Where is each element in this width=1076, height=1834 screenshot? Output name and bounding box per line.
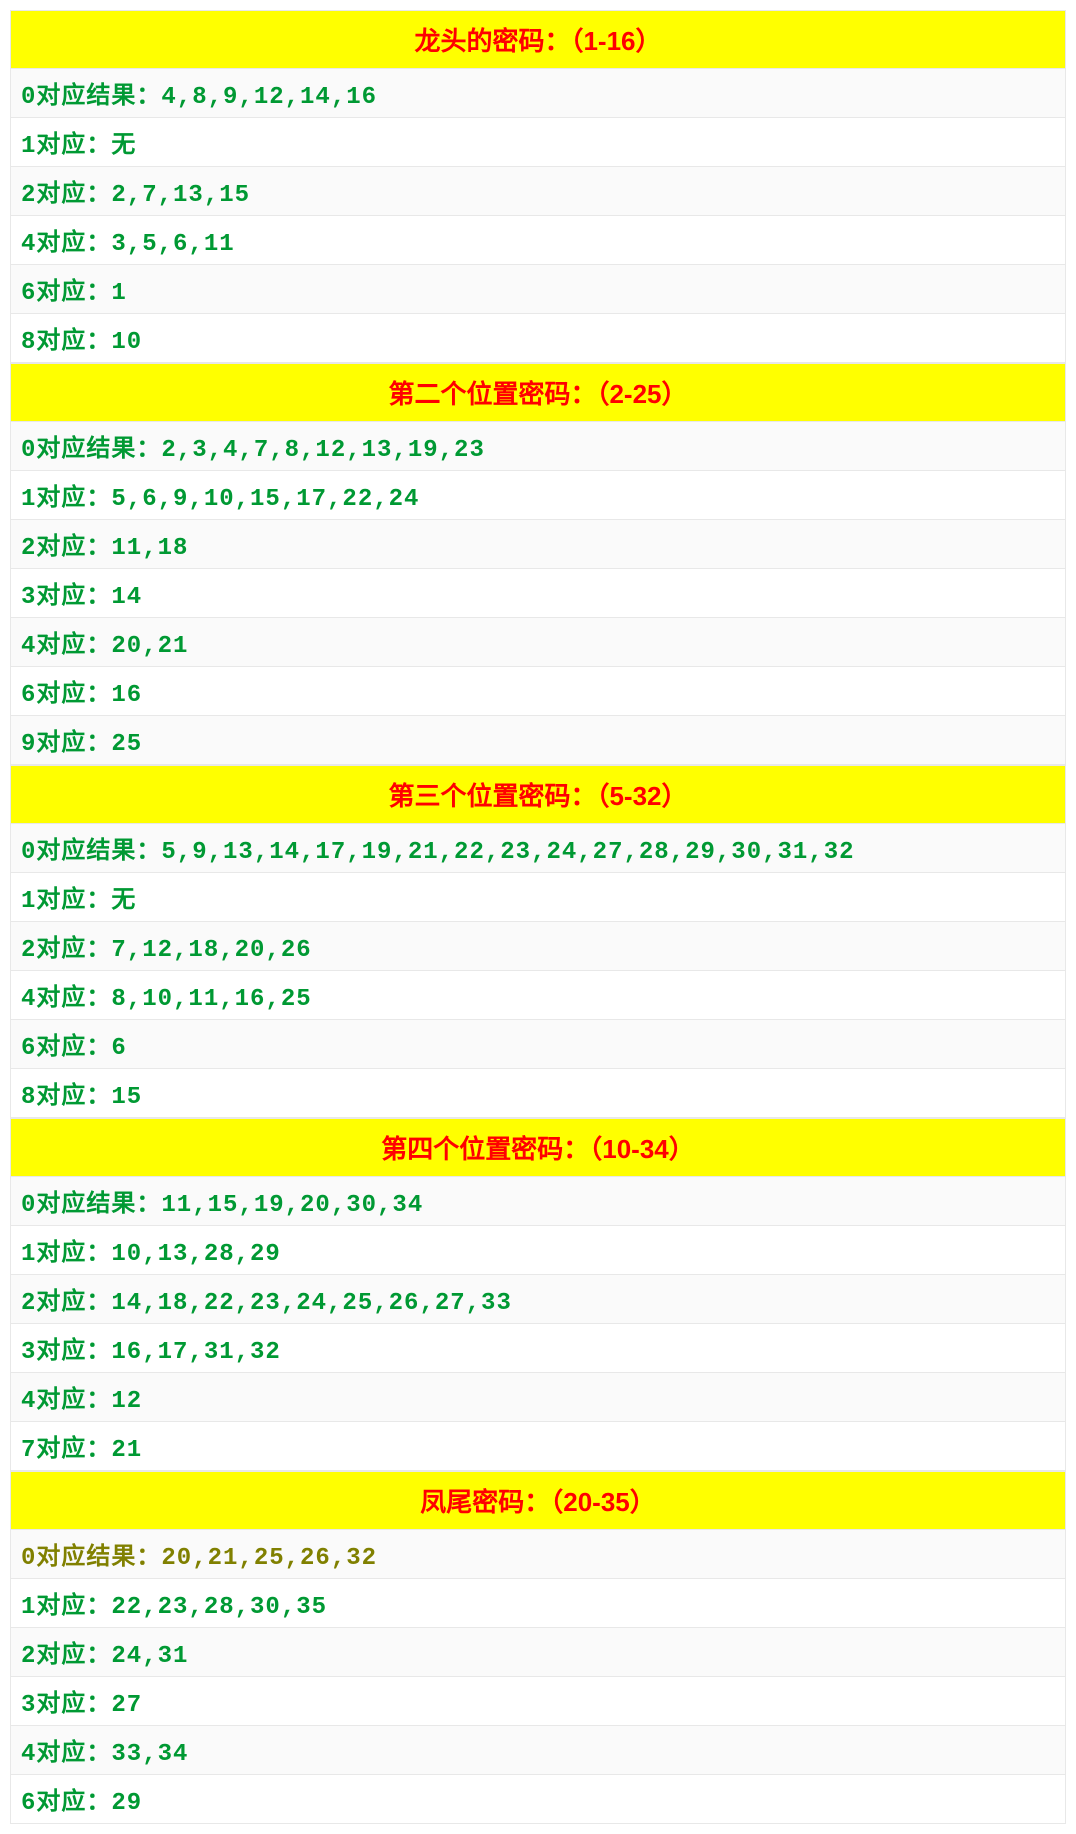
section-4: 凤尾密码：（20-35）0对应结果：20,21,25,26,321对应：22,2… <box>10 1471 1066 1824</box>
data-row: 1对应：无 <box>10 873 1066 922</box>
data-row: 2对应：24,31 <box>10 1628 1066 1677</box>
data-row: 1对应：10,13,28,29 <box>10 1226 1066 1275</box>
section-0: 龙头的密码：（1-16）0对应结果：4,8,9,12,14,161对应：无2对应… <box>10 10 1066 363</box>
section-header: 龙头的密码：（1-16） <box>10 10 1066 69</box>
data-row: 2对应：14,18,22,23,24,25,26,27,33 <box>10 1275 1066 1324</box>
data-row: 6对应：16 <box>10 667 1066 716</box>
data-row: 9对应：25 <box>10 716 1066 765</box>
data-row: 4对应：8,10,11,16,25 <box>10 971 1066 1020</box>
data-row: 4对应：33,34 <box>10 1726 1066 1775</box>
data-row: 1对应：5,6,9,10,15,17,22,24 <box>10 471 1066 520</box>
data-row: 3对应：27 <box>10 1677 1066 1726</box>
data-row: 8对应：10 <box>10 314 1066 363</box>
code-table-container: 龙头的密码：（1-16）0对应结果：4,8,9,12,14,161对应：无2对应… <box>10 10 1066 1824</box>
section-header: 第三个位置密码：（5-32） <box>10 765 1066 824</box>
data-row: 0对应结果：2,3,4,7,8,12,13,19,23 <box>10 422 1066 471</box>
data-row: 0对应结果：11,15,19,20,30,34 <box>10 1177 1066 1226</box>
data-row: 2对应：7,12,18,20,26 <box>10 922 1066 971</box>
data-row: 0对应结果：4,8,9,12,14,16 <box>10 69 1066 118</box>
data-row: 4对应：3,5,6,11 <box>10 216 1066 265</box>
data-row: 3对应：16,17,31,32 <box>10 1324 1066 1373</box>
section-2: 第三个位置密码：（5-32）0对应结果：5,9,13,14,17,19,21,2… <box>10 765 1066 1118</box>
data-row: 6对应：6 <box>10 1020 1066 1069</box>
data-row: 0对应结果：5,9,13,14,17,19,21,22,23,24,27,28,… <box>10 824 1066 873</box>
section-header: 凤尾密码：（20-35） <box>10 1471 1066 1530</box>
data-row: 6对应：29 <box>10 1775 1066 1824</box>
data-row: 4对应：12 <box>10 1373 1066 1422</box>
data-row: 0对应结果：20,21,25,26,32 <box>10 1530 1066 1579</box>
section-header: 第二个位置密码：（2-25） <box>10 363 1066 422</box>
section-3: 第四个位置密码：（10-34）0对应结果：11,15,19,20,30,341对… <box>10 1118 1066 1471</box>
data-row: 7对应：21 <box>10 1422 1066 1471</box>
data-row: 4对应：20,21 <box>10 618 1066 667</box>
data-row: 1对应：无 <box>10 118 1066 167</box>
data-row: 2对应：11,18 <box>10 520 1066 569</box>
data-row: 8对应：15 <box>10 1069 1066 1118</box>
data-row: 1对应：22,23,28,30,35 <box>10 1579 1066 1628</box>
data-row: 3对应：14 <box>10 569 1066 618</box>
section-1: 第二个位置密码：（2-25）0对应结果：2,3,4,7,8,12,13,19,2… <box>10 363 1066 765</box>
section-header: 第四个位置密码：（10-34） <box>10 1118 1066 1177</box>
data-row: 2对应：2,7,13,15 <box>10 167 1066 216</box>
data-row: 6对应：1 <box>10 265 1066 314</box>
